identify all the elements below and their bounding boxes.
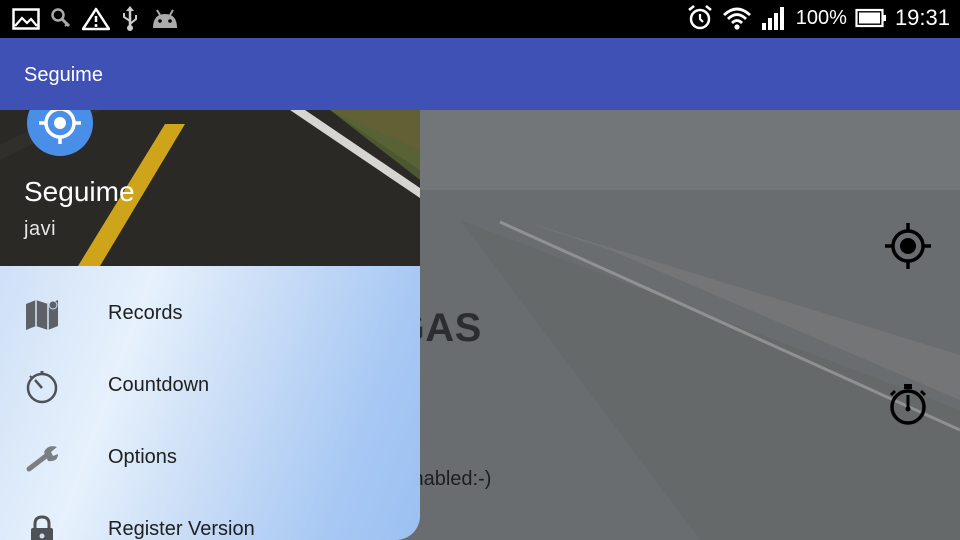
android-icon: [153, 9, 177, 28]
menu-item-label: Records: [108, 302, 183, 324]
wifi-icon: [722, 7, 751, 30]
locate-icon: [885, 223, 931, 269]
menu-item-label: Options: [108, 446, 177, 468]
drawer-app-name: Seguime: [24, 176, 135, 207]
menu-item-label: Countdown: [108, 374, 210, 396]
stopwatch-icon: [889, 384, 927, 425]
usb-icon: [123, 6, 137, 31]
map-icon: [26, 300, 58, 330]
battery-icon: [855, 8, 886, 28]
drawer-header: Seguime javi: [0, 110, 420, 266]
avatar[interactable]: [27, 110, 93, 156]
app-bar: Seguime: [0, 38, 960, 110]
battery-percent: 100%: [795, 6, 847, 29]
drawer-username: javi: [24, 218, 57, 240]
warning-icon: [82, 7, 110, 31]
app-bar-title: Seguime: [24, 64, 103, 86]
wrench-icon: [26, 446, 58, 472]
menu-item-options[interactable]: Options: [0, 422, 420, 494]
lock-icon: [31, 515, 53, 540]
menu-item-countdown[interactable]: Countdown: [0, 350, 420, 422]
gps-target-icon: [39, 110, 81, 144]
locate-button[interactable]: [884, 222, 932, 275]
drawer-menu: Records Countdown Options Register Versi…: [0, 266, 420, 540]
clock: 19:31: [894, 5, 950, 30]
system-status: 100% 19:31: [686, 4, 950, 32]
menu-item-label: Register Version: [108, 518, 255, 540]
search-key-icon: [51, 8, 71, 28]
status-bar: 100% 19:31: [0, 0, 960, 38]
stopwatch-button[interactable]: [886, 382, 930, 433]
navigation-drawer: Seguime javi Records Countdown Options R…: [0, 110, 420, 540]
alarm-icon: [688, 5, 712, 30]
notification-icons: [12, 6, 180, 32]
gallery-icon: [12, 8, 40, 30]
menu-item-register[interactable]: Register Version: [0, 494, 420, 540]
signal-icon: [761, 7, 784, 30]
timer-icon: [26, 371, 58, 404]
menu-item-records[interactable]: Records: [0, 278, 420, 350]
